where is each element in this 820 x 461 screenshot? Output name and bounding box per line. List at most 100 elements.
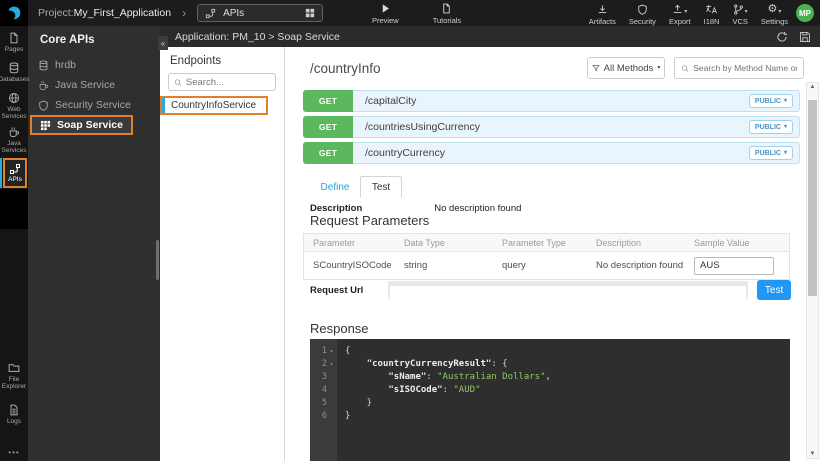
tab-test[interactable]: Test bbox=[360, 176, 402, 198]
sidebar-item-pages[interactable]: Pages bbox=[0, 32, 28, 53]
detail-tabs: Define Test bbox=[310, 176, 402, 198]
vcs-button[interactable]: ▾ VCS bbox=[732, 3, 747, 26]
tutorials-button[interactable]: Tutorials bbox=[433, 3, 461, 25]
access-level-dropdown[interactable]: PUBLIC ▾ bbox=[749, 120, 793, 134]
code-line: 3 "sName": "Australian Dollars", bbox=[310, 371, 790, 384]
export-label: Export bbox=[669, 17, 691, 26]
method-search-box bbox=[674, 57, 804, 79]
database-icon bbox=[38, 60, 49, 71]
search-icon bbox=[681, 64, 689, 73]
topbar-right-actions: Artifacts Security ▾ Export I18N ▾ VCS bbox=[589, 3, 788, 26]
code-token: } bbox=[345, 411, 350, 421]
user-avatar[interactable]: MP bbox=[796, 4, 814, 22]
response-heading: Response bbox=[310, 321, 369, 336]
shield-icon bbox=[38, 100, 49, 111]
scroll-up-arrow-icon[interactable]: ▲ bbox=[807, 84, 818, 90]
code-line: 1▾ { bbox=[310, 345, 790, 358]
service-item-java-service[interactable]: Java Service bbox=[28, 75, 160, 95]
app-logo[interactable] bbox=[0, 0, 28, 26]
endpoint-row-countrycurrency[interactable]: GET /countryCurrency PUBLIC ▾ bbox=[303, 142, 800, 164]
service-item-label: Java Service bbox=[55, 79, 115, 91]
service-item-label: hrdb bbox=[55, 59, 76, 71]
main-content: /countryInfo All Methods ▾ GET /capitalC… bbox=[285, 47, 820, 461]
security-button[interactable]: Security bbox=[629, 3, 656, 26]
service-item-security-service[interactable]: Security Service bbox=[28, 95, 160, 115]
preview-button[interactable]: Preview bbox=[372, 3, 399, 25]
preview-label: Preview bbox=[372, 16, 399, 25]
endpoints-search-input[interactable] bbox=[186, 77, 270, 88]
sidebar-item-web-services[interactable]: Web Services bbox=[0, 92, 28, 120]
chevron-down-icon: ▾ bbox=[784, 98, 787, 104]
sidebar-item-apis[interactable]: APIs bbox=[3, 158, 27, 188]
api-icon bbox=[205, 8, 216, 19]
line-number: 2 bbox=[322, 358, 327, 371]
endpoint-rows: GET /capitalCity PUBLIC ▾ GET /countries… bbox=[303, 90, 800, 168]
code-token: "Australian Dollars" bbox=[437, 372, 545, 382]
scroll-down-arrow-icon[interactable]: ▼ bbox=[807, 451, 818, 457]
endpoint-path: /capitalCity bbox=[365, 95, 749, 107]
refresh-icon[interactable] bbox=[776, 31, 788, 43]
settings-button[interactable]: ⚙ ▾ Settings bbox=[761, 3, 788, 26]
fold-icon[interactable]: ▾ bbox=[328, 358, 335, 371]
line-number: 3 bbox=[322, 371, 327, 384]
chevron-down-icon: ▾ bbox=[684, 9, 687, 15]
code-token bbox=[345, 359, 367, 369]
response-code-editor[interactable]: 1▾ { 2▾ "countryCurrencyResult": { 3 "sN… bbox=[310, 339, 790, 461]
sample-value-input[interactable] bbox=[694, 257, 774, 275]
endpoint-path: /countriesUsingCurrency bbox=[365, 121, 749, 133]
response-json: 1▾ { 2▾ "countryCurrencyResult": { 3 "sN… bbox=[310, 339, 790, 423]
request-parameters-heading: Request Parameters bbox=[310, 213, 429, 228]
sidebar-item-databases[interactable]: Databases bbox=[0, 62, 28, 83]
tab-define[interactable]: Define bbox=[310, 176, 360, 198]
apis-workspace-tab[interactable]: APIs bbox=[197, 4, 323, 22]
scrollbar-thumb[interactable] bbox=[808, 100, 817, 296]
service-path-title: /countryInfo bbox=[310, 61, 587, 76]
code-token bbox=[345, 372, 388, 382]
endpoint-row-countriesusingcurrency[interactable]: GET /countriesUsingCurrency PUBLIC ▾ bbox=[303, 116, 800, 138]
chevron-down-icon: ▾ bbox=[784, 124, 787, 130]
more-options-icon[interactable]: ••• bbox=[0, 448, 28, 457]
page-icon bbox=[8, 32, 20, 44]
code-token: , bbox=[546, 372, 551, 382]
search-icon bbox=[174, 78, 182, 87]
main-scrollbar[interactable]: ▲ ▼ bbox=[806, 82, 819, 459]
save-icon[interactable] bbox=[799, 31, 811, 43]
gear-icon: ⚙ bbox=[768, 4, 778, 15]
chevron-down-icon: ▾ bbox=[778, 9, 781, 15]
vcs-label: VCS bbox=[732, 17, 747, 26]
chevron-down-icon: ▾ bbox=[657, 65, 660, 71]
grid-icon[interactable] bbox=[305, 8, 315, 18]
endpoint-row-capitalcity[interactable]: GET /capitalCity PUBLIC ▾ bbox=[303, 90, 800, 112]
sidebar-item-file-explorer[interactable]: File Explorer bbox=[0, 362, 28, 390]
request-url-input[interactable] bbox=[390, 286, 746, 300]
fold-icon[interactable]: ▾ bbox=[328, 345, 335, 358]
http-method-badge: GET bbox=[303, 90, 353, 112]
access-level-label: PUBLIC bbox=[755, 124, 781, 131]
parameter-name: SCountryISOCode bbox=[304, 260, 404, 271]
play-icon bbox=[380, 3, 391, 14]
http-method-badge: GET bbox=[303, 116, 353, 138]
service-item-hrdb[interactable]: hrdb bbox=[28, 55, 160, 75]
access-level-dropdown[interactable]: PUBLIC ▾ bbox=[749, 94, 793, 108]
endpoint-item-countryinfoservice[interactable]: CountryInfoService bbox=[160, 96, 268, 115]
panel-scrollbar-thumb[interactable] bbox=[156, 240, 159, 280]
service-item-soap-service[interactable]: Soap Service bbox=[30, 115, 133, 135]
i18n-button[interactable]: I18N bbox=[704, 3, 720, 26]
collapse-panel-button[interactable]: « bbox=[158, 36, 168, 50]
methods-filter-dropdown[interactable]: All Methods ▾ bbox=[587, 57, 665, 79]
artifacts-button[interactable]: Artifacts bbox=[589, 3, 616, 26]
top-bar: Project: My_First_Application › APIs Pre… bbox=[0, 0, 820, 26]
sidebar-item-logs[interactable]: Logs bbox=[0, 404, 28, 425]
method-search-input[interactable] bbox=[693, 63, 797, 73]
active-item-indicator bbox=[0, 158, 2, 188]
export-button[interactable]: ▾ Export bbox=[669, 3, 691, 26]
test-button[interactable]: Test bbox=[757, 280, 791, 300]
line-number: 4 bbox=[322, 384, 327, 397]
breadcrumb-chevron-icon: › bbox=[182, 6, 186, 20]
access-level-dropdown[interactable]: PUBLIC ▾ bbox=[749, 146, 793, 160]
parameter-type: query bbox=[502, 260, 596, 271]
sidebar-item-java-services[interactable]: Java Services bbox=[0, 126, 28, 154]
column-header: Sample Value bbox=[694, 238, 789, 248]
sidebar-item-label: Logs bbox=[7, 418, 21, 425]
project-name[interactable]: My_First_Application bbox=[74, 7, 171, 19]
